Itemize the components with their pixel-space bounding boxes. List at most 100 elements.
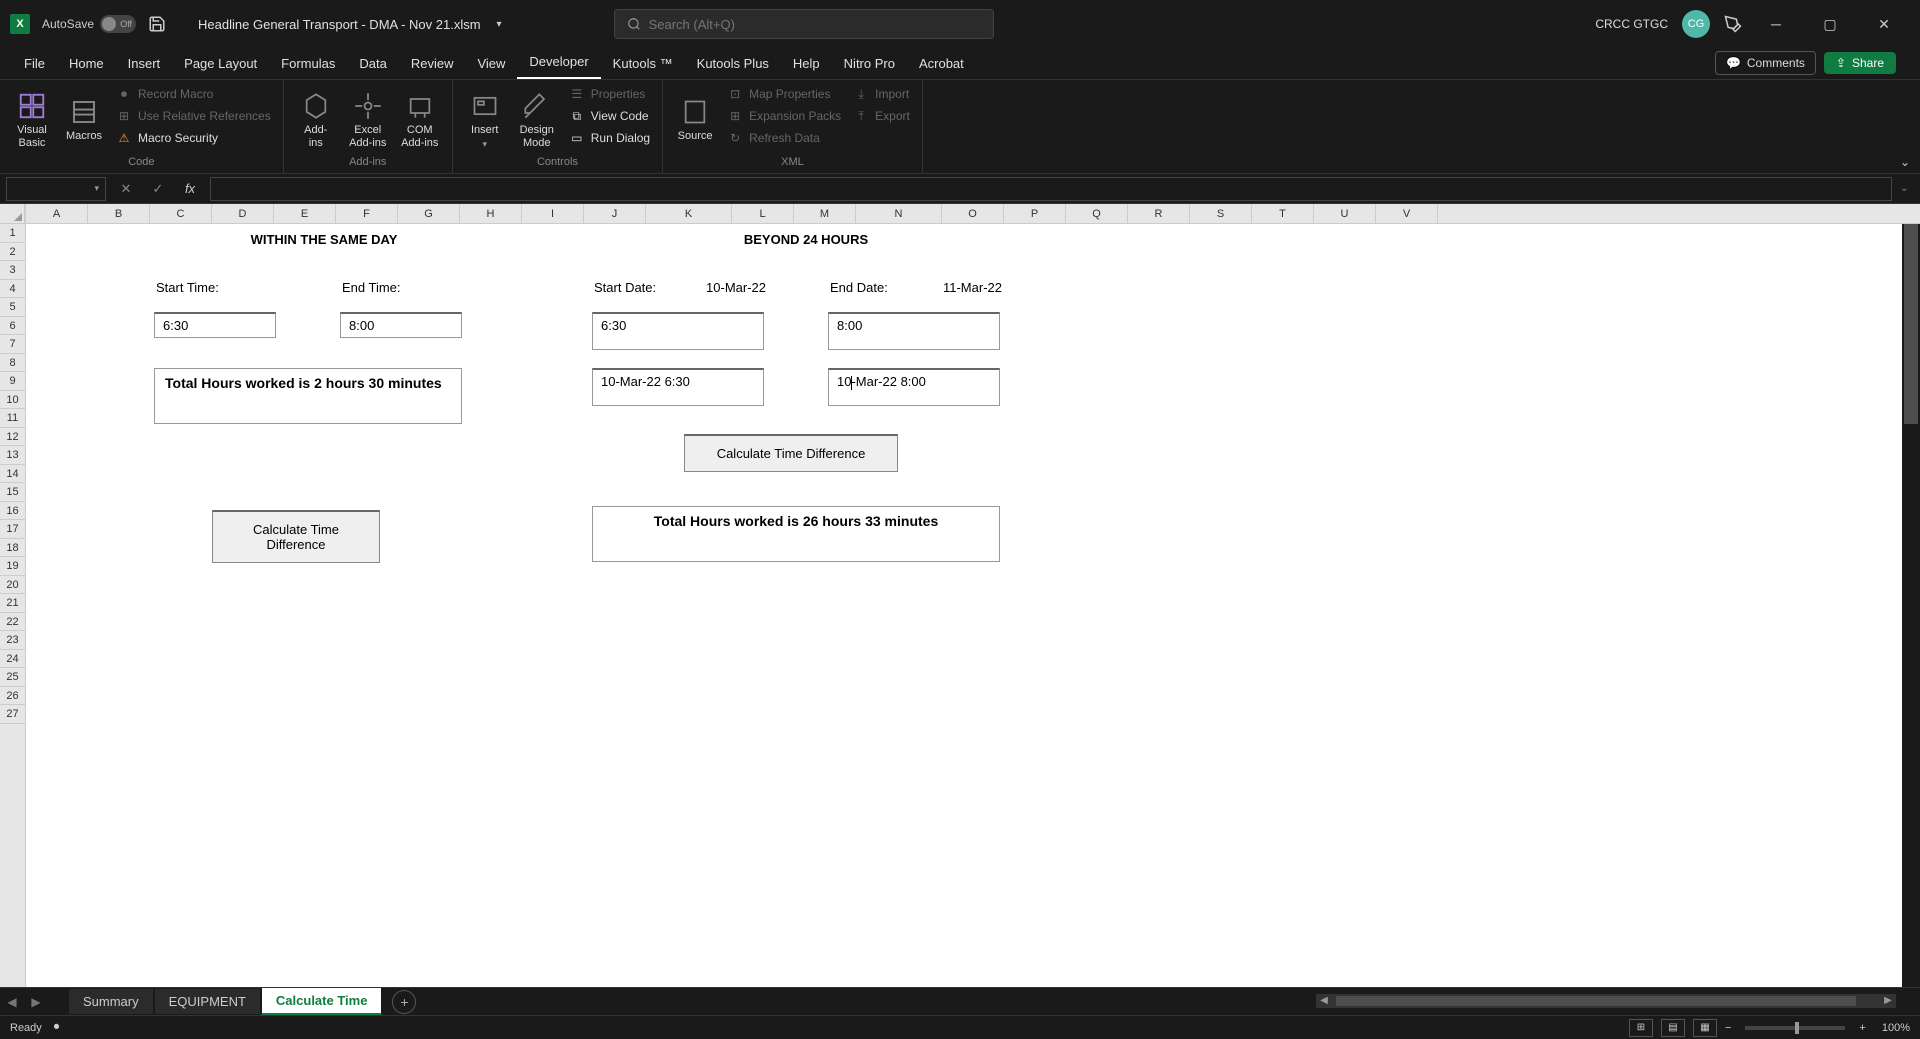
column-header[interactable]: O [942, 204, 1004, 223]
row-header[interactable]: 24 [0, 650, 25, 669]
row-header[interactable]: 7 [0, 335, 25, 354]
same-day-end-input[interactable]: 8:00 [340, 312, 462, 338]
enter-formula-icon[interactable]: ✓ [146, 177, 170, 201]
sheet-tab-equipment[interactable]: EQUIPMENT [154, 989, 261, 1014]
tab-kutools-plus[interactable]: Kutools Plus [685, 48, 781, 79]
row-header[interactable]: 16 [0, 502, 25, 521]
column-header[interactable]: J [584, 204, 646, 223]
tab-review[interactable]: Review [399, 48, 466, 79]
export-button[interactable]: ⤒Export [849, 106, 914, 126]
column-header[interactable]: M [794, 204, 856, 223]
column-header[interactable]: Q [1066, 204, 1128, 223]
refresh-data-button[interactable]: ↻Refresh Data [723, 128, 845, 148]
sheet-tab-summary[interactable]: Summary [68, 989, 154, 1014]
column-header[interactable]: F [336, 204, 398, 223]
file-dropdown-icon[interactable]: ▾ [497, 19, 502, 30]
row-header[interactable]: 13 [0, 446, 25, 465]
row-header[interactable]: 12 [0, 428, 25, 447]
tab-kutools[interactable]: Kutools ™ [601, 48, 685, 79]
sheet-nav-next-icon[interactable]: ▶ [24, 995, 48, 1009]
hscroll-thumb[interactable] [1336, 996, 1856, 1006]
row-header[interactable]: 22 [0, 613, 25, 632]
tab-formulas[interactable]: Formulas [269, 48, 347, 79]
import-button[interactable]: ⤓Import [849, 84, 914, 104]
row-header[interactable]: 2 [0, 243, 25, 262]
column-header[interactable]: L [732, 204, 794, 223]
tab-insert[interactable]: Insert [116, 48, 173, 79]
cancel-formula-icon[interactable]: ✕ [114, 177, 138, 201]
search-box[interactable] [614, 9, 994, 39]
same-day-start-input[interactable]: 6:30 [154, 312, 276, 338]
add-sheet-button[interactable]: + [392, 990, 416, 1014]
run-dialog-button[interactable]: ▭Run Dialog [565, 128, 654, 148]
row-header[interactable]: 21 [0, 594, 25, 613]
column-header[interactable]: S [1190, 204, 1252, 223]
row-header[interactable]: 8 [0, 354, 25, 373]
beyond-start-full[interactable]: 10-Mar-22 6:30 [592, 368, 764, 406]
calc-button-beyond[interactable]: Calculate Time Difference [684, 434, 898, 472]
macro-recorder-icon[interactable]: ⏺ [54, 1021, 60, 1034]
calc-button-same-day[interactable]: Calculate Time Difference [212, 510, 380, 563]
row-header[interactable]: 27 [0, 705, 25, 724]
column-header[interactable]: T [1252, 204, 1314, 223]
row-header[interactable]: 25 [0, 668, 25, 687]
fx-icon[interactable]: fx [178, 177, 202, 201]
ribbon-collapse-icon[interactable]: ⌄ [1900, 155, 1910, 169]
excel-addins-button[interactable]: Excel Add-ins [344, 84, 392, 156]
tab-data[interactable]: Data [347, 48, 398, 79]
beyond-end-full[interactable]: 10-Mar-22 8:00 [828, 368, 1000, 406]
row-header[interactable]: 20 [0, 576, 25, 595]
column-header[interactable]: U [1314, 204, 1376, 223]
column-header[interactable]: D [212, 204, 274, 223]
search-input[interactable] [649, 17, 981, 32]
column-header[interactable]: A [26, 204, 88, 223]
vertical-scrollbar[interactable] [1902, 224, 1920, 987]
map-properties-button[interactable]: ⊡Map Properties [723, 84, 845, 104]
column-header[interactable]: R [1128, 204, 1190, 223]
vscroll-thumb[interactable] [1904, 224, 1918, 424]
autosave-toggle[interactable]: AutoSave Off [42, 15, 136, 33]
share-button[interactable]: ⇪ Share [1824, 52, 1896, 74]
row-header[interactable]: 5 [0, 298, 25, 317]
name-box[interactable]: ▾ [6, 177, 106, 201]
visual-basic-button[interactable]: Visual Basic [8, 84, 56, 156]
macros-button[interactable]: Macros [60, 84, 108, 156]
insert-control-button[interactable]: Insert▾ [461, 84, 509, 156]
select-all-button[interactable] [0, 204, 25, 224]
column-header[interactable]: N [856, 204, 942, 223]
row-header[interactable]: 19 [0, 557, 25, 576]
use-relative-button[interactable]: ⊞Use Relative References [112, 106, 275, 126]
row-header[interactable]: 26 [0, 687, 25, 706]
formula-input[interactable] [210, 177, 1892, 201]
tab-home[interactable]: Home [57, 48, 116, 79]
tab-developer[interactable]: Developer [517, 46, 600, 79]
addins-button[interactable]: Add- ins [292, 84, 340, 156]
close-button[interactable]: ✕ [1864, 9, 1904, 39]
com-addins-button[interactable]: COM Add-ins [396, 84, 444, 156]
tab-view[interactable]: View [465, 48, 517, 79]
expansion-packs-button[interactable]: ⊞Expansion Packs [723, 106, 845, 126]
tab-acrobat[interactable]: Acrobat [907, 48, 976, 79]
record-macro-button[interactable]: ⏺Record Macro [112, 84, 275, 104]
toggle-icon[interactable]: Off [100, 15, 136, 33]
column-header[interactable]: G [398, 204, 460, 223]
cells[interactable]: WITHIN THE SAME DAY BEYOND 24 HOURS Star… [26, 224, 1920, 987]
properties-button[interactable]: ☰Properties [565, 84, 654, 104]
hscroll-left-icon[interactable]: ◀ [1316, 994, 1332, 1008]
column-header[interactable]: E [274, 204, 336, 223]
macro-security-button[interactable]: ⚠Macro Security [112, 128, 275, 148]
row-header[interactable]: 9 [0, 372, 25, 391]
view-code-button[interactable]: ⧉View Code [565, 106, 654, 126]
row-header[interactable]: 1 [0, 224, 25, 243]
page-break-icon[interactable]: ▦ [1693, 1019, 1717, 1037]
column-header[interactable]: C [150, 204, 212, 223]
zoom-slider[interactable] [1745, 1026, 1845, 1030]
comments-button[interactable]: 💬 Comments [1715, 51, 1816, 75]
formula-expand-icon[interactable]: ⌄ [1900, 183, 1920, 194]
tab-nitro[interactable]: Nitro Pro [832, 48, 907, 79]
design-mode-button[interactable]: Design Mode [513, 84, 561, 156]
beyond-start-input[interactable]: 6:30 [592, 312, 764, 350]
tab-help[interactable]: Help [781, 48, 832, 79]
zoom-in-icon[interactable]: + [1859, 1022, 1865, 1034]
row-header[interactable]: 23 [0, 631, 25, 650]
